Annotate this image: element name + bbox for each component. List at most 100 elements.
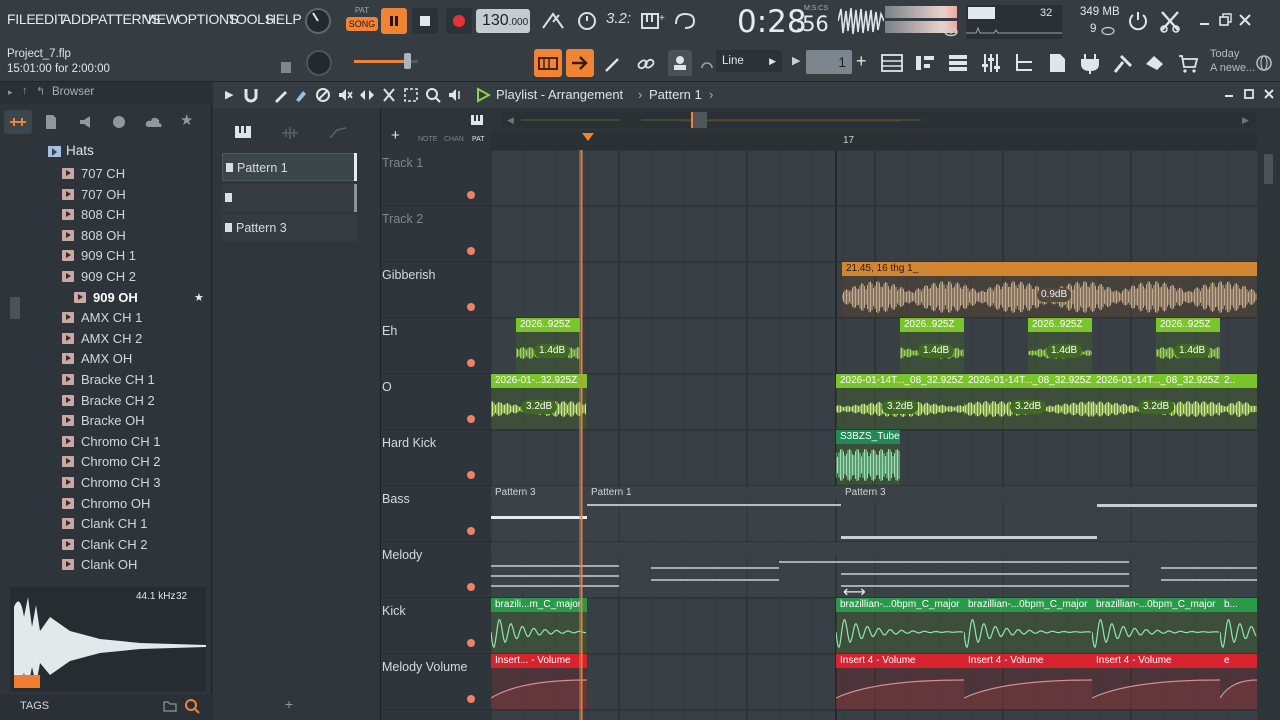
pattern-prev-icon[interactable]: ▶ (792, 54, 800, 67)
magnet-snap-icon[interactable] (243, 87, 259, 103)
playlist-pattern-name[interactable]: Pattern 1 (649, 87, 702, 102)
menu-help[interactable]: HELP (266, 11, 302, 27)
sample-preview-waveform[interactable]: 44.1 kHz 32 (10, 587, 206, 691)
track-header[interactable]: Eh (381, 318, 491, 374)
automation-clip-melody-volume[interactable]: Insert... - Volume (491, 654, 587, 709)
track-mute-led[interactable] (467, 639, 475, 647)
browser-collapse-icon[interactable]: ▸ (8, 87, 13, 98)
tab-chan[interactable]: CHAN (444, 136, 464, 143)
stop-button[interactable] (412, 8, 438, 34)
plugin-database-icon[interactable] (1078, 52, 1102, 74)
audio-clip-eh[interactable]: 2026..925Z 1.4dB (1156, 318, 1220, 373)
mixer-icon[interactable] (979, 52, 1003, 74)
audio-clip-kick[interactable]: brazillian-...0bpm_C_major (1092, 598, 1220, 653)
browser-item[interactable]: Chromo CH 3 (62, 473, 160, 493)
channel-rack-icon[interactable] (946, 52, 970, 74)
audio-clip-kick[interactable]: b... (1220, 598, 1257, 653)
menu-file[interactable]: FILE (7, 11, 36, 27)
playlist-play-icon[interactable] (475, 87, 491, 103)
track-header[interactable]: Hard Kick (381, 430, 491, 486)
snap-dropdown[interactable]: Line ▶ (716, 50, 782, 72)
audio-clip-gibberish[interactable]: 21.45, 16 thg 1_ 0.9dB (842, 262, 1257, 317)
track-header[interactable]: Melody (381, 542, 491, 598)
browser-item[interactable]: Bracke CH 1 (62, 370, 155, 390)
pattern-clip-bass[interactable]: Pattern 1 (587, 486, 841, 541)
audio-clip-o[interactable]: 2.. (1220, 374, 1257, 429)
automation-clip-melody-volume[interactable]: e (1220, 654, 1257, 709)
playlist-minimize-icon[interactable] (1223, 88, 1235, 100)
audio-clip-kick[interactable]: brazili...m_C_major (491, 598, 587, 653)
picker-pattern-1[interactable]: Pattern 1 (222, 153, 357, 181)
tags-label[interactable]: TAGS (20, 700, 49, 712)
browser-item[interactable]: 909 CH 2 (62, 267, 136, 287)
audio-clip-kick[interactable]: brazillian-...0bpm_C_major (964, 598, 1092, 653)
wait-for-input-icon[interactable] (574, 10, 600, 32)
step-edit-icon[interactable]: + (640, 10, 666, 32)
playlist-grid[interactable]: 21.45, 16 thg 1_ 0.9dB 2026..925Z 1.4dB 2… (491, 150, 1257, 720)
browser-side-tab[interactable] (10, 297, 20, 319)
browser-item[interactable]: 707 OH (62, 185, 126, 205)
stamp-icon[interactable] (668, 50, 692, 76)
playlist-scrollbar-v[interactable] (1257, 150, 1280, 720)
browser-tab-favorites-icon[interactable]: ★ (180, 111, 193, 129)
main-volume-handle[interactable] (404, 53, 411, 69)
browser-item[interactable]: 808 CH (62, 205, 125, 225)
pattern-clip-melody[interactable] (491, 542, 841, 597)
power-icon[interactable] (1126, 9, 1150, 33)
tab-note[interactable]: NOTE (418, 136, 437, 143)
audio-clip-eh[interactable]: 2026..925Z 1.4dB (516, 318, 580, 373)
panic-icon[interactable] (1158, 8, 1182, 34)
piano-roll-icon[interactable] (913, 52, 937, 74)
close-icon[interactable] (1238, 13, 1252, 27)
playlist-scrollbar-h[interactable] (501, 112, 1256, 128)
preview-play-marker[interactable] (14, 675, 40, 688)
browser-tab-all[interactable] (4, 110, 32, 134)
browser-tab-plugin-icon[interactable] (111, 114, 127, 130)
minimize-icon[interactable] (1198, 14, 1212, 28)
add-pattern-picker-icon[interactable]: + (285, 696, 293, 712)
paint-tool-icon[interactable] (293, 87, 309, 103)
favorite-star-icon[interactable]: ★ (194, 291, 204, 304)
track-mute-led[interactable] (467, 527, 475, 535)
cpu-monitor[interactable]: 32 (966, 5, 1062, 39)
track-header[interactable]: Kick (381, 598, 491, 654)
scroll-thumb[interactable] (1264, 154, 1273, 184)
shop-icon[interactable] (1176, 52, 1200, 74)
track-mute-led[interactable] (467, 247, 475, 255)
menu-view[interactable]: VIEW (144, 11, 179, 27)
tempo-follow-button[interactable] (566, 49, 594, 77)
track-header[interactable]: Track 1 (381, 150, 491, 206)
browser-tab-cloud-icon[interactable] (145, 114, 163, 130)
browser-item[interactable]: Chromo CH 2 (62, 452, 160, 472)
track-mute-led[interactable] (467, 303, 475, 311)
pattern-selector[interactable]: 1 (806, 50, 852, 74)
automation-clip-melody-volume[interactable]: Insert 4 - Volume (836, 654, 964, 709)
playback-tool-icon[interactable] (447, 87, 463, 103)
record-button[interactable] (446, 8, 472, 34)
audio-clip-o[interactable]: 2026-01-..32.925Z 3.2dB (491, 374, 587, 429)
track-mute-led[interactable] (467, 359, 475, 367)
tempo-display[interactable]: 130.000 (476, 9, 530, 33)
playlist-close-icon[interactable] (1263, 88, 1275, 100)
play-button[interactable] (381, 8, 407, 34)
menu-add[interactable]: ADD (62, 11, 91, 27)
browser-item[interactable]: Chromo CH 1 (62, 432, 160, 452)
browser-folder-hats[interactable]: Hats (66, 143, 94, 158)
track-mute-led[interactable] (467, 583, 475, 591)
track-header[interactable]: Melody Volume (381, 654, 491, 710)
browser-item[interactable]: 808 OH (62, 226, 126, 246)
audio-clip-o[interactable]: 2026-01-14T..._08_32.925Z 3.2dB (836, 374, 964, 429)
loop-record-icon[interactable] (672, 10, 698, 32)
track-header[interactable]: Track 2 (381, 206, 491, 262)
track-header[interactable]: Gibberish (381, 262, 491, 318)
browser-tab-speaker-icon[interactable] (78, 114, 94, 130)
globe-icon[interactable] (1255, 54, 1273, 72)
browser-item[interactable]: 909 OH (74, 288, 138, 308)
picker-pattern-2[interactable] (222, 184, 357, 212)
scroll-right-icon[interactable]: ▶ (1242, 115, 1249, 126)
project-info-icon[interactable] (1045, 52, 1069, 74)
metronome-icon[interactable] (540, 10, 566, 32)
browser-item[interactable]: Clank CH 1 (62, 514, 147, 534)
master-pitch-knob[interactable] (304, 48, 334, 78)
browser-tab-project-icon[interactable] (44, 114, 58, 130)
